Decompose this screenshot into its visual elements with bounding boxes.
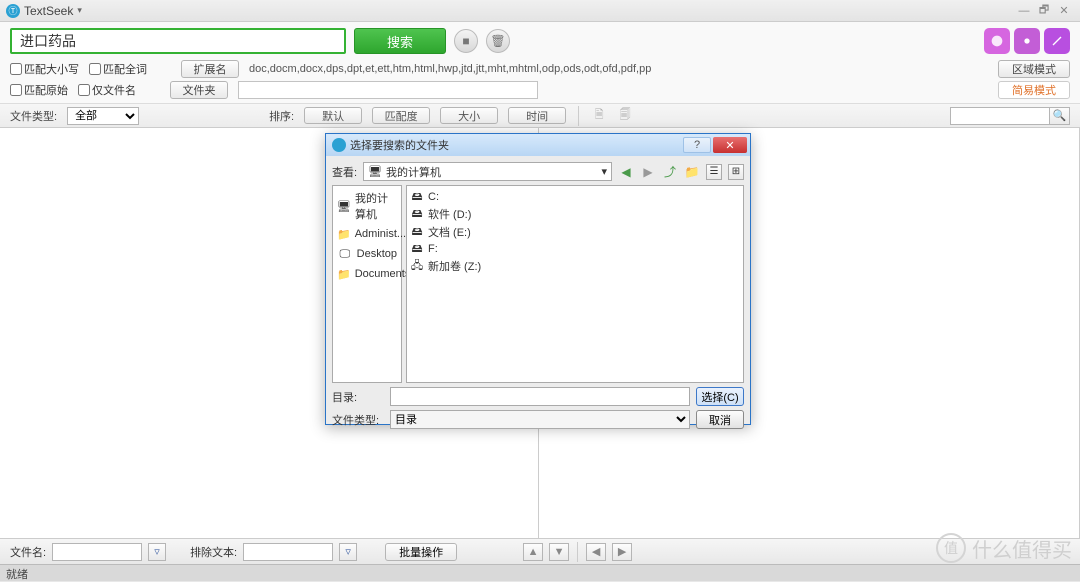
arrow-up-button[interactable]: ▲ (523, 543, 543, 561)
drive-icon: 🖴 (410, 242, 424, 256)
chevron-down-icon[interactable]: ▾ (77, 5, 82, 16)
cancel-button[interactable]: 取消 (696, 410, 744, 429)
dialog-titlebar[interactable]: 选择要搜索的文件夹 ? ✕ (326, 134, 750, 156)
clear-button[interactable]: 🗑 (486, 29, 510, 53)
region-mode-button[interactable]: 区域模式 (998, 60, 1070, 78)
like-icon[interactable] (984, 28, 1010, 54)
toolbar: 搜索 ■ 🗑 匹配大小写 匹配全词 扩展名 doc,docm,docx,dps,… (0, 22, 1080, 104)
file-type-label: 文件类型: (10, 108, 57, 124)
place-admin[interactable]: 📁Administ... (335, 224, 399, 244)
dialog-close-button[interactable]: ✕ (713, 137, 747, 153)
exclude-text-label: 排除文本: (190, 544, 237, 560)
list-item[interactable]: 🖧新加卷 (Z:) (410, 257, 740, 275)
sort-size[interactable]: 大小 (440, 107, 498, 124)
filename-filter-input[interactable] (52, 543, 142, 561)
drive-icon: 🖴 (410, 225, 424, 239)
status-text: 就绪 (6, 569, 28, 581)
folder-icon: 📁 (337, 266, 351, 282)
list-view-icon[interactable]: ☰ (706, 164, 722, 180)
forward-icon[interactable]: ▶ (640, 164, 656, 180)
dialog-title: 选择要搜索的文件夹 (350, 137, 449, 153)
simple-mode-button[interactable]: 简易模式 (998, 81, 1070, 99)
list-item[interactable]: 🖴C: (410, 189, 740, 205)
arrow-right-button[interactable]: ▶ (612, 543, 632, 561)
new-folder-icon[interactable]: 📁 (684, 164, 700, 180)
preview-search-input[interactable] (950, 107, 1050, 125)
filename-only-checkbox[interactable]: 仅文件名 (78, 82, 136, 98)
drive-icon: 🖴 (410, 207, 424, 221)
dir-input[interactable] (390, 387, 690, 406)
help-icon[interactable] (1044, 28, 1070, 54)
document-icon[interactable]: 🗎 (591, 108, 607, 124)
filename-filter-label: 文件名: (10, 544, 46, 560)
status-bar: 就绪 (0, 564, 1080, 581)
folder-dialog: 选择要搜索的文件夹 ? ✕ 查看: 🖥 我的计算机 ▾ ◀ ▶ ⤴ 📁 ☰ ⊞ … (325, 133, 751, 425)
folder-button[interactable]: 文件夹 (170, 81, 228, 99)
select-button[interactable]: 选择(C) (696, 387, 744, 406)
computer-icon: 🖥 (337, 198, 351, 214)
desktop-icon: 🖵 (337, 246, 353, 262)
funnel-icon-2[interactable]: ▿ (339, 543, 357, 561)
folder-input[interactable] (238, 81, 538, 99)
sort-relevance[interactable]: 匹配度 (372, 107, 430, 124)
maximize-button[interactable]: 🗗 (1034, 3, 1054, 19)
settings-icon[interactable] (1014, 28, 1040, 54)
list-item[interactable]: 🖴F: (410, 241, 740, 257)
lookin-value: 我的计算机 (386, 164, 441, 180)
sort-time[interactable]: 时间 (508, 107, 566, 124)
copy-icon[interactable]: 🗐 (617, 108, 633, 124)
exclude-text-input[interactable] (243, 543, 333, 561)
chevron-down-icon[interactable]: ▾ (601, 165, 607, 178)
file-type-select[interactable]: 全部 (67, 107, 139, 125)
extensions-text: doc,docm,docx,dps,dpt,et,ett,htm,html,hw… (249, 63, 651, 75)
list-item[interactable]: 🖴软件 (D:) (410, 205, 740, 223)
sort-default[interactable]: 默认 (304, 107, 362, 124)
filter-bar: 文件类型: 全部 排序: 默认 匹配度 大小 时间 🗎 🗐 🔍 (0, 104, 1080, 128)
arrow-down-button[interactable]: ▼ (549, 543, 569, 561)
lookin-label: 查看: (332, 164, 357, 180)
place-documents[interactable]: 📁Documents (335, 264, 399, 284)
bottom-bar: 文件名: ▿ 排除文本: ▿ 批量操作 ▲ ▼ ◀ ▶ (0, 538, 1080, 564)
close-button[interactable]: ✕ (1054, 3, 1074, 19)
list-item[interactable]: 🖴文档 (E:) (410, 223, 740, 241)
batch-button[interactable]: 批量操作 (385, 543, 457, 561)
preview-search-button[interactable]: 🔍 (1050, 107, 1070, 125)
type-select[interactable]: 目录 (390, 410, 690, 429)
back-icon[interactable]: ◀ (618, 164, 634, 180)
minimize-button[interactable]: — (1014, 3, 1034, 19)
up-icon[interactable]: ⤴ (662, 164, 678, 180)
search-button[interactable]: 搜索 (354, 28, 446, 54)
match-whole-checkbox[interactable]: 匹配全词 (89, 61, 147, 77)
type-label: 文件类型: (332, 412, 384, 428)
dir-label: 目录: (332, 389, 384, 405)
match-case-checkbox[interactable]: 匹配大小写 (10, 61, 79, 77)
drive-icon: 🖴 (410, 190, 424, 204)
dialog-help-button[interactable]: ? (683, 137, 711, 153)
folder-icon: 📁 (337, 226, 351, 242)
stop-button[interactable]: ■ (454, 29, 478, 53)
titlebar: Ⓣ TextSeek ▾ — 🗗 ✕ (0, 0, 1080, 22)
sort-label: 排序: (269, 108, 294, 124)
app-icon: Ⓣ (6, 4, 20, 18)
dialog-app-icon (332, 138, 346, 152)
lookin-combo[interactable]: 🖥 我的计算机 ▾ (363, 162, 612, 181)
file-listing: 🖴C: 🖴软件 (D:) 🖴文档 (E:) 🖴F: 🖧新加卷 (Z:) (406, 185, 744, 383)
search-input[interactable] (10, 28, 346, 54)
netdrive-icon: 🖧 (410, 259, 424, 273)
places-panel: 🖥我的计算机 📁Administ... 🖵Desktop 📁Documents (332, 185, 402, 383)
place-desktop[interactable]: 🖵Desktop (335, 244, 399, 264)
extensions-button[interactable]: 扩展名 (181, 60, 239, 78)
app-title: TextSeek (24, 4, 73, 18)
funnel-icon[interactable]: ▿ (148, 543, 166, 561)
computer-icon: 🖥 (368, 165, 382, 178)
detail-view-icon[interactable]: ⊞ (728, 164, 744, 180)
place-mycomputer[interactable]: 🖥我的计算机 (335, 188, 399, 224)
arrow-left-button[interactable]: ◀ (586, 543, 606, 561)
match-raw-checkbox[interactable]: 匹配原始 (10, 82, 68, 98)
